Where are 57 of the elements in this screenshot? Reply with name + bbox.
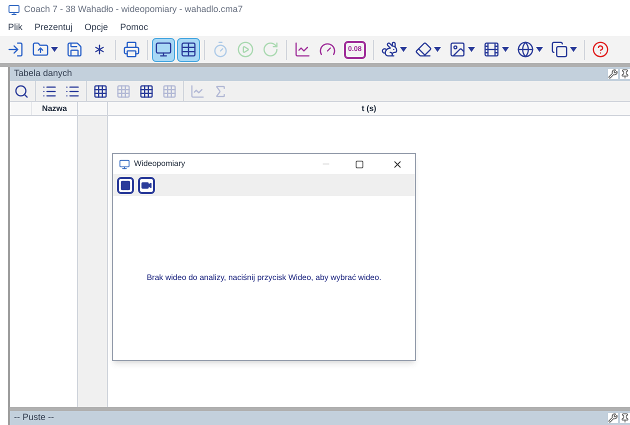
grid-icon <box>93 84 108 98</box>
empty-message: Brak wideo do analizy, naciśnij przycisk Wideo, aby wybrać wideo. <box>146 272 382 284</box>
toolbar-button[interactable] <box>152 38 175 62</box>
printer-icon <box>123 41 140 58</box>
close-icon[interactable] <box>392 158 403 170</box>
wrench-icon[interactable] <box>608 413 618 423</box>
app-icon <box>8 4 20 16</box>
video-tool-button[interactable] <box>138 176 155 194</box>
chart-icon <box>190 84 205 98</box>
wrench-icon[interactable] <box>608 69 618 79</box>
menu-item[interactable]: Opcje <box>84 21 108 35</box>
animal-icon <box>380 41 398 58</box>
grid-icon <box>139 84 154 98</box>
save-icon <box>66 41 83 58</box>
caret-icon <box>570 47 577 52</box>
image-icon <box>448 41 466 58</box>
help-icon <box>592 41 609 58</box>
grid-icon <box>116 84 131 98</box>
caret-icon <box>400 47 407 52</box>
maximize-icon[interactable] <box>355 160 364 168</box>
grid-icon <box>162 84 177 98</box>
pin-icon[interactable] <box>620 69 630 79</box>
login-icon <box>7 41 24 58</box>
folder-icon <box>32 41 49 58</box>
monitor-icon <box>155 41 172 58</box>
globe-icon <box>516 41 534 58</box>
caret-icon <box>51 47 58 52</box>
sigma-icon <box>213 84 228 98</box>
search-icon <box>14 84 29 98</box>
panel-title: Tabela danych <box>14 67 74 80</box>
pin-icon[interactable] <box>620 413 630 423</box>
column-header: Nazwa <box>32 102 78 115</box>
caret-icon <box>536 47 543 52</box>
panel-title: -- Puste -- <box>14 411 56 424</box>
app-icon <box>119 158 130 170</box>
play-icon <box>237 41 254 58</box>
menu-item[interactable]: Prezentuj <box>34 21 73 35</box>
caret-icon <box>434 47 441 52</box>
documents-icon <box>550 41 568 58</box>
menu-item[interactable]: Plik <box>8 21 23 35</box>
window-title: Coach 7 - 38 Wahadło - wideopomiary - wahadlo.cma7 <box>24 3 243 16</box>
chart-icon <box>294 41 311 58</box>
caret-icon <box>502 47 509 52</box>
list-icon <box>65 84 80 98</box>
gauge-icon <box>319 41 336 58</box>
camera-icon <box>141 180 152 190</box>
timer-icon <box>212 41 229 58</box>
column-header: t (s) <box>360 102 378 115</box>
toolbar-button[interactable] <box>177 38 200 62</box>
caret-icon <box>468 47 475 52</box>
dialog-title: Wideopomiary <box>134 158 186 170</box>
video-tool-button[interactable] <box>117 176 134 194</box>
table-icon <box>180 41 197 58</box>
list-icon <box>42 84 57 98</box>
menu-item[interactable]: Pomoc <box>120 21 148 35</box>
reset-icon <box>262 41 279 58</box>
eraser-icon <box>414 41 432 58</box>
